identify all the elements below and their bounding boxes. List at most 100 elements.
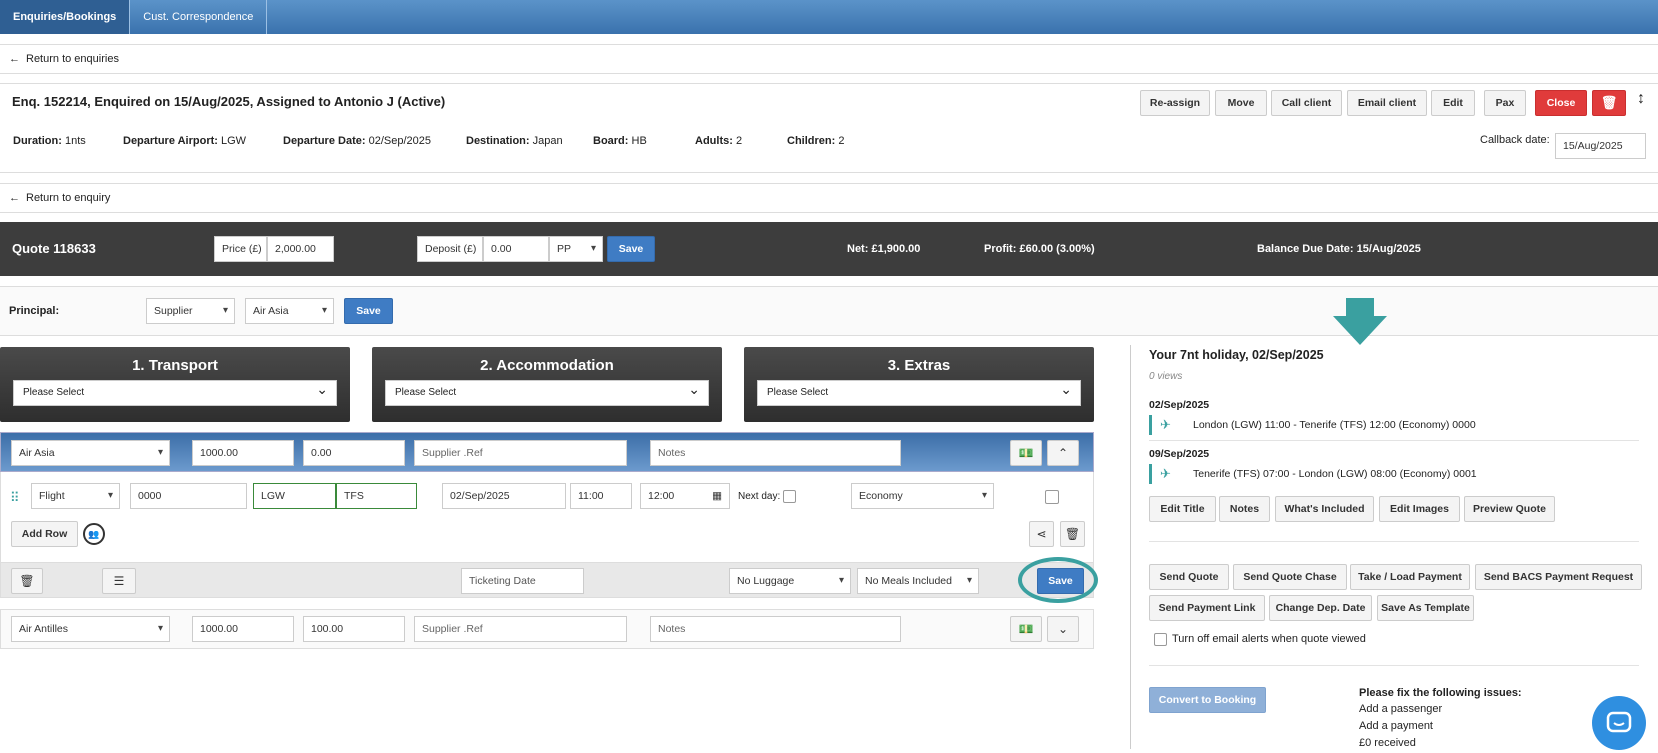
delete-enquiry-button[interactable]: 🗑 bbox=[1592, 90, 1626, 116]
transport-select[interactable]: Please Select bbox=[13, 377, 337, 406]
return-to-enquiry-link[interactable]: ← Return to enquiry bbox=[9, 192, 110, 204]
meals-select[interactable]: No Meals Included bbox=[857, 568, 979, 594]
issue-item: Add a passenger bbox=[1359, 703, 1443, 715]
quote-title: Quote 118633 bbox=[12, 241, 96, 256]
luggage-select[interactable]: No Luggage bbox=[729, 568, 851, 594]
send-bacs-payment-request-button[interactable]: Send BACS Payment Request bbox=[1475, 564, 1642, 590]
pax-button[interactable]: Pax bbox=[1484, 90, 1526, 116]
flight-type-select[interactable]: Flight bbox=[31, 483, 120, 509]
arrival-time-value: 12:00 bbox=[648, 490, 675, 502]
take-load-payment-button[interactable]: Take / Load Payment bbox=[1350, 564, 1470, 590]
price-input[interactable]: 2,000.00 bbox=[267, 236, 334, 262]
principal-save-button[interactable]: Save bbox=[344, 298, 393, 324]
deposit-input[interactable]: 0.00 bbox=[483, 236, 549, 262]
supplier-ref-input[interactable]: Supplier .Ref bbox=[414, 616, 627, 642]
notes-button[interactable]: Notes bbox=[1219, 496, 1270, 522]
enquiry-details: Duration: 1nts Departure Airport: LGW De… bbox=[13, 135, 844, 147]
divider bbox=[1149, 440, 1639, 441]
passengers-icon[interactable]: 👥 bbox=[83, 523, 105, 545]
item-cost-input[interactable]: 1000.00 bbox=[192, 616, 294, 642]
edit-button[interactable]: Edit bbox=[1431, 90, 1475, 116]
send-quote-button[interactable]: Send Quote bbox=[1149, 564, 1229, 590]
quote-save-button[interactable]: Save bbox=[607, 236, 655, 262]
move-button[interactable]: Move bbox=[1215, 90, 1267, 116]
add-row-button[interactable]: Add Row bbox=[11, 521, 78, 547]
flight-number-input[interactable]: 0000 bbox=[130, 483, 247, 509]
accommodation-title: 2. Accommodation bbox=[480, 357, 614, 374]
tab-cust-correspondence[interactable]: Cust. Correspondence bbox=[130, 0, 268, 34]
to-airport-input[interactable]: TFS bbox=[336, 483, 417, 509]
plane-icon: ✈ bbox=[1160, 466, 1171, 481]
leg-marker bbox=[1149, 464, 1152, 484]
change-dep-date-button[interactable]: Change Dep. Date bbox=[1269, 595, 1372, 621]
item-supplier-select[interactable]: Air Asia bbox=[11, 440, 170, 466]
accommodation-select[interactable]: Please Select bbox=[385, 377, 709, 406]
departure-time-input[interactable]: 11:00 bbox=[570, 483, 632, 509]
call-client-button[interactable]: Call client bbox=[1271, 90, 1342, 116]
principal-type-select[interactable]: Supplier bbox=[146, 298, 235, 324]
trash-icon[interactable]: 🗑 bbox=[11, 568, 43, 594]
email-alert-label: Turn off email alerts when quote viewed bbox=[1172, 633, 1366, 645]
convert-to-booking-button[interactable]: Convert to Booking bbox=[1149, 687, 1266, 713]
supplier-ref-input[interactable]: Supplier .Ref bbox=[414, 440, 627, 466]
return-label: Return to enquiries bbox=[26, 53, 119, 65]
enquiry-title: Enq. 152214, Enquired on 15/Aug/2025, As… bbox=[12, 94, 446, 109]
notes-input[interactable]: Notes bbox=[650, 440, 901, 466]
row-select-checkbox[interactable] bbox=[1045, 490, 1059, 504]
departure-airport: Departure Airport: LGW bbox=[123, 135, 247, 147]
ticketing-date-input[interactable]: Ticketing Date bbox=[461, 568, 584, 594]
send-payment-link-button[interactable]: Send Payment Link bbox=[1149, 595, 1265, 621]
whats-included-button[interactable]: What's Included bbox=[1275, 496, 1374, 522]
item-extra-input[interactable]: 100.00 bbox=[303, 616, 405, 642]
extras-select[interactable]: Please Select bbox=[757, 377, 1081, 406]
cabin-class-select[interactable]: Economy bbox=[851, 483, 994, 509]
send-quote-chase-button[interactable]: Send Quote Chase bbox=[1233, 564, 1347, 590]
balance-due-date: Balance Due Date: 15/Aug/2025 bbox=[1257, 243, 1421, 255]
departure-date: Departure Date: 02/Sep/2025 bbox=[283, 135, 431, 147]
chevron-up-icon[interactable]: ⌃ bbox=[1047, 440, 1079, 466]
tab-enquiries-bookings[interactable]: Enquiries/Bookings bbox=[0, 0, 131, 34]
share-icon[interactable]: ⋖ bbox=[1029, 521, 1054, 547]
arrow-down-icon bbox=[1333, 298, 1387, 345]
item-supplier-select[interactable]: Air Antilles bbox=[11, 616, 170, 642]
expand-vertical-icon[interactable]: ↕ bbox=[1637, 90, 1645, 108]
money-icon[interactable]: 💵 bbox=[1010, 616, 1042, 642]
flight-date-input[interactable]: 02/Sep/2025 bbox=[442, 483, 566, 509]
return-to-enquiries-link[interactable]: ← Return to enquiries bbox=[9, 53, 119, 65]
divider bbox=[1149, 665, 1639, 666]
email-alert-checkbox[interactable] bbox=[1154, 633, 1167, 646]
from-airport-input[interactable]: LGW bbox=[253, 483, 336, 509]
chevron-down-icon[interactable]: ⌄ bbox=[1047, 616, 1079, 642]
item-extra-input[interactable]: 0.00 bbox=[303, 440, 405, 466]
deposit-type-select[interactable]: PP bbox=[549, 236, 603, 262]
email-client-button[interactable]: Email client bbox=[1347, 90, 1427, 116]
flight-section: ⠿ Flight 0000 LGW TFS 02/Sep/2025 11:00 … bbox=[0, 472, 1094, 562]
flight-options-bar: 🗑 ☰ Ticketing Date No Luggage No Meals I… bbox=[0, 562, 1094, 598]
issues-title: Please fix the following issues: bbox=[1359, 687, 1522, 699]
money-icon[interactable]: 💵 bbox=[1010, 440, 1042, 466]
item-cost-input[interactable]: 1000.00 bbox=[192, 440, 294, 466]
enquiry-header: Enq. 152214, Enquired on 15/Aug/2025, As… bbox=[0, 83, 1658, 173]
trash-icon[interactable]: 🗑 bbox=[1060, 521, 1085, 547]
return-bar: ← Return to enquiries bbox=[0, 44, 1658, 74]
edit-images-button[interactable]: Edit Images bbox=[1379, 496, 1460, 522]
reassign-button[interactable]: Re-assign bbox=[1140, 90, 1210, 116]
callback-date-input[interactable]: 15/Aug/2025 bbox=[1555, 133, 1646, 159]
arrival-time-input[interactable]: 12:00 ▦ bbox=[640, 483, 730, 509]
list-icon[interactable]: ☰ bbox=[102, 568, 136, 594]
arrow-left-icon: ← bbox=[9, 192, 20, 204]
chat-widget-button[interactable] bbox=[1592, 696, 1646, 750]
leg-marker bbox=[1149, 415, 1152, 435]
deposit-label: Deposit (£) bbox=[417, 236, 483, 262]
plane-icon: ✈ bbox=[1160, 417, 1171, 432]
save-as-template-button[interactable]: Save As Template bbox=[1377, 595, 1474, 621]
leg-date: 02/Sep/2025 bbox=[1149, 399, 1210, 411]
close-button[interactable]: Close bbox=[1535, 90, 1587, 116]
notes-input[interactable]: Notes bbox=[650, 616, 901, 642]
preview-quote-button[interactable]: Preview Quote bbox=[1464, 496, 1555, 522]
principal-supplier-select[interactable]: Air Asia bbox=[245, 298, 334, 324]
drag-handle-icon[interactable]: ⠿ bbox=[10, 490, 20, 506]
divider bbox=[1149, 541, 1639, 542]
next-day-checkbox[interactable] bbox=[783, 490, 796, 503]
edit-title-button[interactable]: Edit Title bbox=[1149, 496, 1216, 522]
